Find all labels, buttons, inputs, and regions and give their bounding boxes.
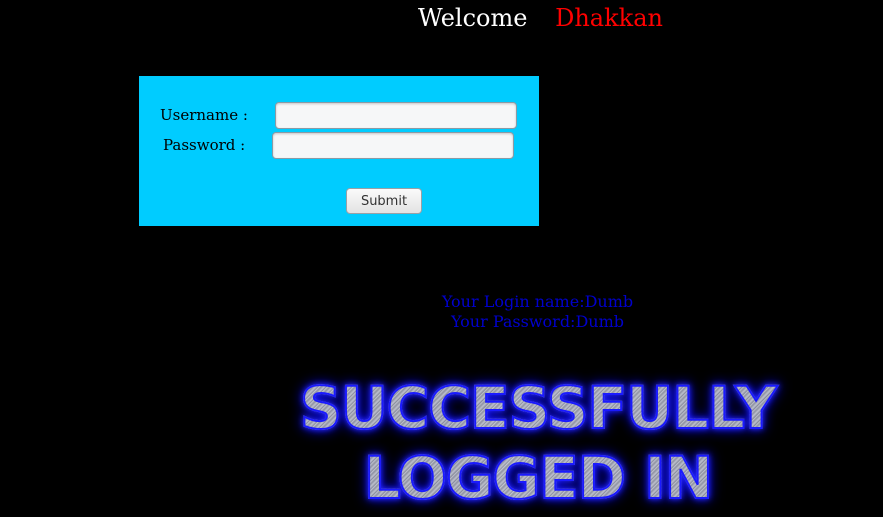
login-result: Your Login name:Dumb Your Password:Dumb xyxy=(420,292,655,332)
login-form: Username : Password : Submit xyxy=(139,76,539,226)
welcome-header: Welcome Dhakkan xyxy=(418,4,663,32)
success-banner-line-2: LOGGED IN xyxy=(238,443,838,513)
password-text: Your Password:Dumb xyxy=(450,312,624,331)
welcome-text: Welcome xyxy=(418,4,528,32)
username-field[interactable] xyxy=(275,102,517,129)
user-name: Dhakkan xyxy=(555,4,663,32)
password-label: Password : xyxy=(163,136,246,154)
password-field[interactable] xyxy=(272,132,514,159)
username-label: Username : xyxy=(160,106,248,124)
submit-button[interactable]: Submit xyxy=(346,188,422,214)
success-banner-line-1: SUCCESSFULLY xyxy=(238,373,838,443)
success-banner: SUCCESSFULLY LOGGED IN xyxy=(238,372,838,517)
login-name-text: Your Login name:Dumb xyxy=(441,292,634,311)
